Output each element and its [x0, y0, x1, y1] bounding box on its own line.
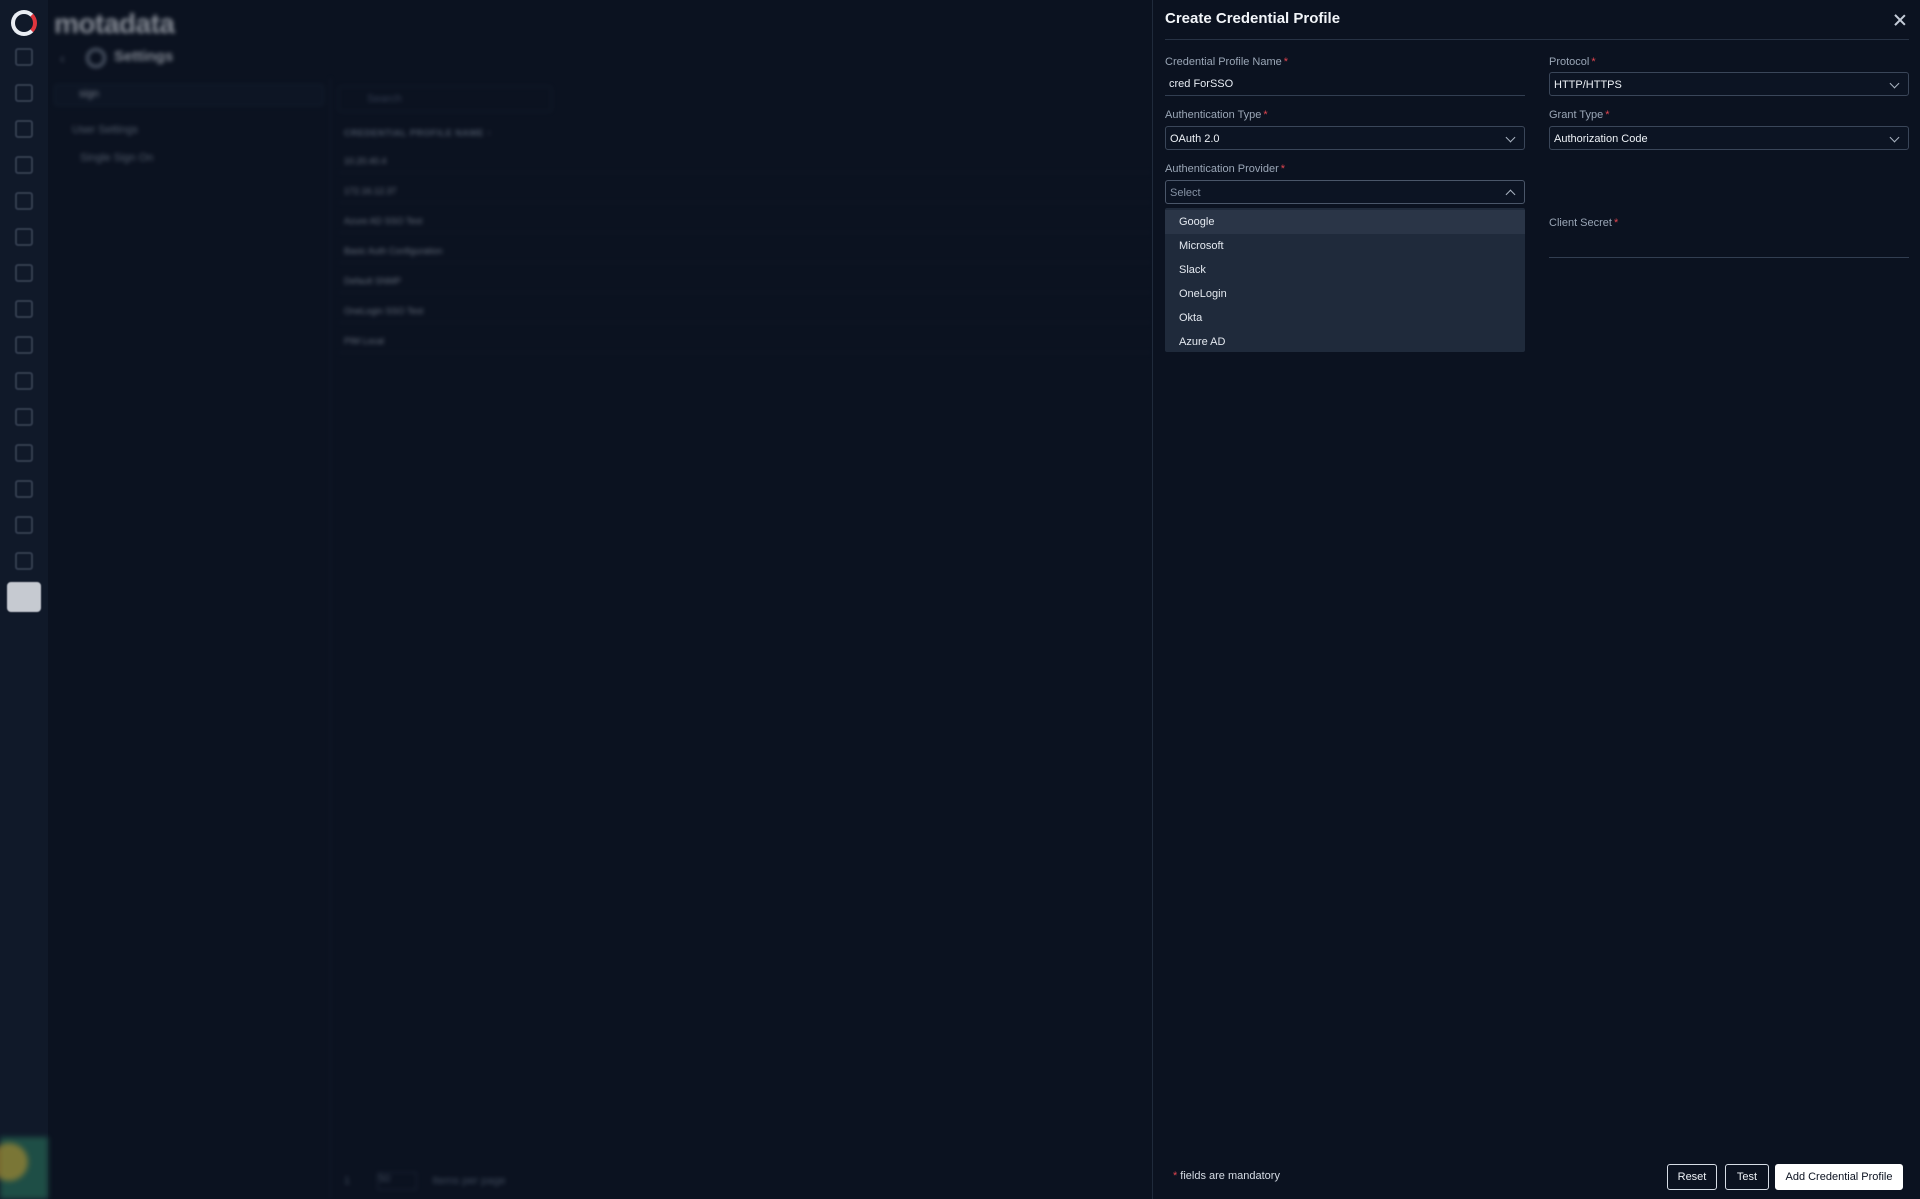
option-onelogin[interactable]: OneLogin — [1165, 282, 1525, 306]
pagination: 1 50 Items per page — [344, 1172, 506, 1190]
protocol-label: Protocol * — [1549, 56, 1596, 68]
auth-provider-dropdown: Google Microsoft Slack OneLogin Okta Azu… — [1165, 208, 1525, 352]
divider — [330, 78, 331, 1199]
auth-provider-label: Authentication Provider * — [1165, 163, 1286, 175]
option-google[interactable]: Google — [1165, 210, 1525, 234]
motadata-logo-icon — [11, 10, 37, 36]
chevron-down-icon — [1889, 78, 1900, 89]
table-row[interactable]: OneLogin SSO Test — [344, 306, 423, 316]
table-row[interactable]: PIM Local — [344, 336, 384, 346]
auth-provider-select[interactable]: Select — [1165, 180, 1525, 204]
topology-icon[interactable] — [15, 228, 33, 246]
dashboard-icon[interactable] — [15, 48, 33, 66]
table-header-profile-name[interactable]: CREDENTIAL PROFILE NAME ↑ — [344, 128, 492, 138]
inventory-icon[interactable] — [15, 192, 33, 210]
apm-icon[interactable] — [15, 264, 33, 282]
chat-icon[interactable] — [15, 444, 33, 462]
test-button[interactable]: Test — [1725, 1164, 1769, 1190]
table-row[interactable]: Default SNMP — [344, 276, 401, 286]
reports-icon[interactable] — [15, 156, 33, 174]
divider — [1165, 39, 1909, 40]
option-microsoft[interactable]: Microsoft — [1165, 234, 1525, 258]
display-icon[interactable] — [15, 408, 33, 426]
cloud-icon[interactable] — [15, 516, 33, 534]
back-chevron-icon[interactable]: ‹ — [60, 50, 65, 66]
table-row[interactable]: Basic Auth Configuration — [344, 246, 443, 256]
settings-icon[interactable] — [7, 582, 41, 612]
profile-name-input[interactable] — [1165, 72, 1525, 96]
auth-type-select[interactable]: OAuth 2.0 — [1165, 126, 1525, 150]
auth-type-label: Authentication Type * — [1165, 109, 1268, 121]
table-search-input[interactable]: Search — [338, 86, 552, 112]
alert-bell-icon[interactable] — [15, 120, 33, 138]
documents-icon[interactable] — [15, 372, 33, 390]
option-okta[interactable]: Okta — [1165, 306, 1525, 330]
workflow-icon[interactable] — [15, 480, 33, 498]
protocol-select[interactable]: HTTP/HTTPS — [1549, 72, 1909, 96]
table-row[interactable]: Azure AD SSO Test — [344, 216, 422, 226]
close-icon[interactable] — [1890, 10, 1910, 30]
page-title: Settings — [114, 48, 174, 65]
grant-type-label: Grant Type * — [1549, 109, 1610, 121]
drawer-title: Create Credential Profile — [1165, 10, 1341, 27]
metrics-icon[interactable] — [15, 336, 33, 354]
option-azure-ad[interactable]: Azure AD — [1165, 330, 1525, 354]
reset-button[interactable]: Reset — [1667, 1164, 1717, 1190]
per-page-select[interactable]: 50 — [377, 1172, 418, 1190]
client-secret-input[interactable] — [1549, 234, 1909, 258]
create-credential-profile-drawer: Create Credential Profile Credential Pro… — [1152, 0, 1920, 1199]
brand-wordmark: motadata — [54, 8, 175, 39]
tree-group-user-settings[interactable]: User Settings — [72, 124, 138, 136]
chevron-up-icon — [1505, 189, 1516, 200]
per-page-label: Items per page — [432, 1174, 506, 1187]
page-header: ‹ Settings — [48, 38, 1152, 76]
chevron-down-icon — [1889, 132, 1900, 143]
mandatory-note: * fields are mandatory — [1173, 1170, 1280, 1182]
table-row[interactable]: 10.20.40.4 — [344, 156, 387, 166]
profile-name-label: Credential Profile Name * — [1165, 56, 1289, 68]
option-slack[interactable]: Slack — [1165, 258, 1525, 282]
file-icon[interactable] — [15, 552, 33, 570]
add-credential-profile-button[interactable]: Add Credential Profile — [1775, 1164, 1903, 1190]
settings-search-input[interactable]: sign — [54, 84, 324, 106]
table-row[interactable]: 172.16.12.37 — [344, 186, 397, 196]
tree-item-single-sign-on[interactable]: Single Sign On — [80, 152, 153, 164]
logs-icon[interactable] — [15, 300, 33, 318]
settings-gear-icon — [86, 48, 106, 68]
nav-rail — [0, 0, 48, 1199]
chevron-down-icon — [1505, 132, 1516, 143]
client-secret-label: Client Secret * — [1549, 217, 1619, 229]
background-settings-page: motadata ‹ Settings sign User Settings S… — [48, 0, 1152, 1199]
grant-type-select[interactable]: Authorization Code — [1549, 126, 1909, 150]
monitor-icon[interactable] — [15, 84, 33, 102]
current-page[interactable]: 1 — [344, 1175, 350, 1187]
